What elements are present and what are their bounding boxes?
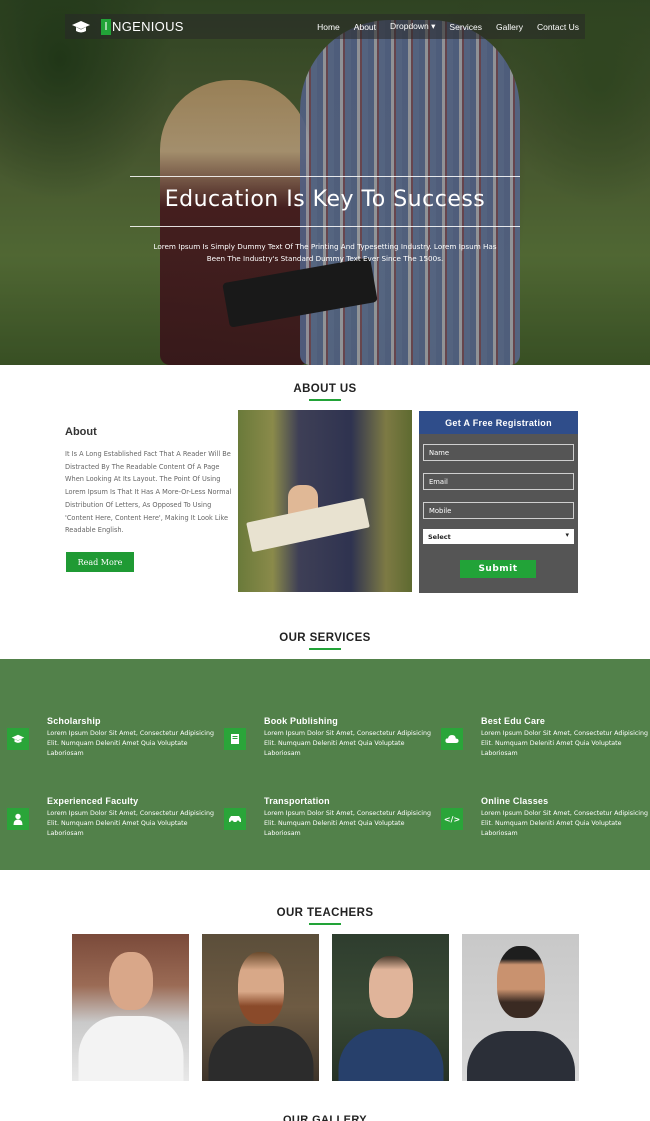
navbar: I NGENIOUS Home About Dropdown ▾ Service… bbox=[65, 14, 585, 39]
select-dropdown[interactable]: Select ▾ bbox=[423, 529, 574, 544]
teachers-title-underline bbox=[309, 923, 341, 925]
nav-dropdown-label: Dropdown bbox=[390, 21, 429, 31]
teachers-section-title: OUR TEACHERS bbox=[276, 907, 374, 919]
about-title-underline bbox=[309, 399, 341, 401]
teacher-photo-face bbox=[496, 946, 545, 1018]
service-title: Experienced Faculty bbox=[47, 796, 139, 806]
teacher-card[interactable] bbox=[332, 934, 449, 1081]
about-heading: About bbox=[65, 426, 97, 438]
service-text: Lorem Ipsum Dolor Sit Amet, Consectetur … bbox=[47, 810, 215, 837]
book-icon bbox=[224, 728, 246, 750]
teacher-photo-face bbox=[108, 952, 153, 1010]
hero-divider-top bbox=[130, 176, 520, 177]
logo[interactable]: I NGENIOUS bbox=[71, 16, 184, 37]
hero-title: Education Is Key To Success bbox=[164, 187, 486, 212]
nav-about[interactable]: About bbox=[354, 22, 376, 32]
gallery-section-title: OUR GALLERY bbox=[282, 1114, 368, 1121]
caret-down-icon: ▾ bbox=[431, 21, 436, 31]
service-title: Transportation bbox=[264, 796, 330, 806]
teacher-photo-body bbox=[466, 1031, 575, 1081]
service-text: Lorem Ipsum Dolor Sit Amet, Consectetur … bbox=[264, 730, 432, 757]
nav-gallery[interactable]: Gallery bbox=[496, 22, 523, 32]
hero-divider-bottom bbox=[130, 226, 520, 227]
name-field[interactable]: Name bbox=[423, 444, 574, 461]
teacher-photo-face bbox=[368, 956, 413, 1018]
cloud-icon bbox=[441, 728, 463, 750]
services-section: Scholarship Lorem Ipsum Dolor Sit Amet, … bbox=[0, 659, 650, 870]
teacher-photo-body bbox=[208, 1026, 313, 1081]
service-text: Lorem Ipsum Dolor Sit Amet, Consectetur … bbox=[264, 810, 432, 837]
about-section-title: ABOUT US bbox=[293, 383, 357, 395]
about-photo bbox=[238, 410, 412, 592]
teacher-photo-body bbox=[78, 1016, 183, 1081]
teacher-photo-body bbox=[338, 1029, 443, 1081]
about-text: It Is A Long Established Fact That A Rea… bbox=[65, 450, 232, 535]
read-more-button[interactable]: Read More bbox=[66, 552, 134, 572]
user-icon bbox=[7, 808, 29, 830]
service-text: Lorem Ipsum Dolor Sit Amet, Consectetur … bbox=[481, 730, 649, 757]
registration-form: Get A Free Registration Name Email Mobil… bbox=[419, 411, 578, 593]
email-field[interactable]: Email bbox=[423, 473, 574, 490]
service-title: Best Edu Care bbox=[481, 716, 546, 726]
teacher-photo-face bbox=[237, 952, 284, 1024]
mobile-field[interactable]: Mobile bbox=[423, 502, 574, 519]
caret-down-icon: ▾ bbox=[565, 531, 569, 539]
code-icon: </> bbox=[441, 808, 463, 830]
teacher-card[interactable] bbox=[462, 934, 579, 1081]
nav-services[interactable]: Services bbox=[449, 22, 482, 32]
graduation-cap-icon bbox=[71, 20, 91, 34]
service-text: Lorem Ipsum Dolor Sit Amet, Consectetur … bbox=[481, 810, 649, 837]
main-nav: Home About Dropdown ▾ Services Gallery C… bbox=[317, 14, 579, 39]
logo-mark: I bbox=[101, 18, 111, 35]
hero-text: Lorem Ipsum Is Simply Dummy Text Of The … bbox=[153, 242, 497, 263]
graduation-cap-icon bbox=[7, 728, 29, 750]
submit-button[interactable]: Submit bbox=[460, 560, 536, 578]
select-value: Select bbox=[428, 532, 451, 541]
teacher-card[interactable] bbox=[72, 934, 189, 1081]
nav-contact[interactable]: Contact Us bbox=[537, 22, 579, 32]
service-title: Online Classes bbox=[481, 796, 549, 806]
nav-dropdown[interactable]: Dropdown ▾ bbox=[390, 21, 435, 32]
hero-overlay bbox=[0, 0, 650, 365]
registration-title: Get A Free Registration bbox=[419, 411, 578, 434]
service-title: Book Publishing bbox=[264, 716, 338, 726]
logo-text: NGENIOUS bbox=[112, 19, 184, 34]
services-section-title: OUR SERVICES bbox=[279, 632, 371, 644]
nav-home[interactable]: Home bbox=[317, 22, 340, 32]
service-text: Lorem Ipsum Dolor Sit Amet, Consectetur … bbox=[47, 730, 215, 757]
car-icon bbox=[224, 808, 246, 830]
service-title: Scholarship bbox=[47, 716, 101, 726]
teacher-card[interactable] bbox=[202, 934, 319, 1081]
hero-banner: I NGENIOUS Home About Dropdown ▾ Service… bbox=[0, 0, 650, 365]
services-title-underline bbox=[309, 648, 341, 650]
